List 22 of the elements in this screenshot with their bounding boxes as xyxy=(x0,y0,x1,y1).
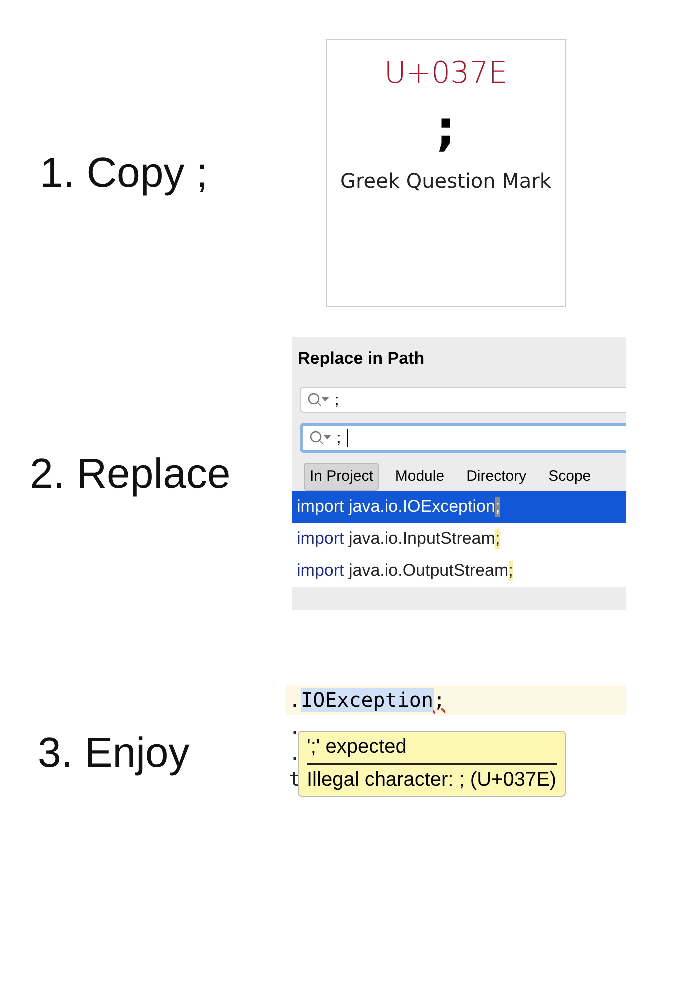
scope-tab[interactable]: Directory xyxy=(460,463,533,491)
search-icon[interactable] xyxy=(307,392,329,408)
character-glyph: ; xyxy=(436,105,456,153)
code-line: . xyxy=(288,741,302,767)
replace-field[interactable]: ; xyxy=(300,423,626,453)
tooltip-message: Illegal character: ; (U+037E) xyxy=(307,768,557,792)
scope-tab[interactable]: Module xyxy=(389,463,451,491)
step-label: 2. Replace xyxy=(29,450,232,498)
scope-tab[interactable]: Scope xyxy=(542,463,598,491)
dialog-title: Replace in Path xyxy=(297,348,426,370)
result-row[interactable]: import java.io.InputStream; xyxy=(292,523,626,555)
code-point: U+037E xyxy=(384,56,508,91)
character-name: Greek Question Mark xyxy=(340,169,552,193)
tooltip-title: ';' expected xyxy=(307,736,557,765)
step-label: 1. Copy ; xyxy=(39,149,210,197)
find-field[interactable]: ; xyxy=(300,387,626,413)
result-row[interactable]: import java.io.IOException; xyxy=(292,491,626,523)
search-icon[interactable] xyxy=(309,430,331,446)
scope-tab[interactable]: In Project xyxy=(304,463,380,491)
code-line: . xyxy=(288,715,302,741)
step-label: 3. Enjoy xyxy=(37,728,191,776)
result-row[interactable]: import java.io.OutputStream; xyxy=(292,555,626,587)
